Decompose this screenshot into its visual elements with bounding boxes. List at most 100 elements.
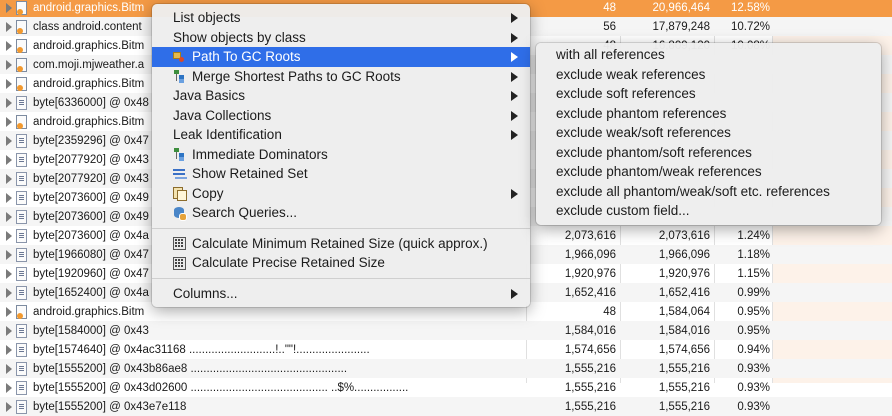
search-queries-icon [172,206,187,221]
menu-item-java-collections[interactable]: Java Collections [152,106,530,126]
expand-arrow-icon[interactable] [5,397,13,416]
expand-arrow-icon[interactable] [5,359,13,378]
menu-item-path-to-gc-roots[interactable]: Path To GC Roots [152,47,530,67]
class-name-cell: android.graphics.Bitm [33,305,145,318]
table-row[interactable]: byte[1555200] @ 0x43b86ae8 .............… [0,359,892,378]
expand-arrow-icon[interactable] [5,207,13,226]
menu-item-label: Leak Identification [173,127,282,143]
byte-array-icon [15,361,27,376]
expand-arrow-icon[interactable] [5,226,13,245]
byte-array-icon [15,171,27,186]
submenu-item[interactable]: exclude phantom/weak references [536,162,881,182]
menu-item-label: Calculate Precise Retained Size [192,255,385,271]
menu-item-copy[interactable]: Copy [152,184,530,204]
percentage-cell: 1.24% [737,229,770,242]
byte-array-icon [15,285,27,300]
submenu-arrow-icon [511,288,518,299]
expand-arrow-icon[interactable] [5,93,13,112]
menu-item-label: List objects [173,10,241,26]
expand-arrow-icon[interactable] [5,283,13,302]
menu-item-label: Java Collections [173,107,272,123]
byte-array-icon [15,95,27,110]
menu-item-merge-shortest-paths-to-gc-roots[interactable]: Merge Shortest Paths to GC Roots [152,67,530,87]
byte-array-icon [15,323,27,338]
expand-arrow-icon[interactable] [5,112,13,131]
menu-item-search-queries[interactable]: Search Queries... [152,203,530,223]
table-row[interactable]: byte[1555200] @ 0x43e7e118 1,555,216 1,555… [0,397,892,416]
submenu-item[interactable]: with all references [536,45,881,65]
class-name-cell: byte[1584000] @ 0x43 [33,324,149,337]
expand-arrow-icon[interactable] [5,169,13,188]
table-row[interactable]: byte[1574640] @ 0x4ac31168 .............… [0,340,892,359]
expand-arrow-icon[interactable] [5,264,13,283]
menu-item-show-retained-set[interactable]: Show Retained Set [152,164,530,184]
menu-item-list-objects[interactable]: List objects [152,8,530,28]
menu-item-label: Show objects by class [173,29,306,45]
percentage-cell: 1.18% [737,248,770,261]
menu-item-label: Immediate Dominators [192,146,328,162]
expand-arrow-icon[interactable] [5,150,13,169]
submenu-item[interactable]: exclude soft references [536,84,881,104]
menu-item-label: Path To GC Roots [192,49,301,65]
menu-item-show-objects-by-class[interactable]: Show objects by class [152,28,530,48]
percentage-cell: 0.94% [737,343,770,356]
expand-arrow-icon[interactable] [5,340,13,359]
submenu-arrow-icon [511,91,518,101]
gc-roots-icon [172,50,186,64]
percentage-cell: 12.58% [730,1,770,14]
submenu-item[interactable]: exclude weak references [536,65,881,85]
percentage-cell: 0.93% [737,400,770,413]
expand-arrow-icon[interactable] [5,245,13,264]
expand-arrow-icon[interactable] [5,55,13,74]
menu-separator [152,227,530,229]
class-name-cell: byte[1555200] @ 0x43d02600 .............… [33,381,409,394]
submenu-item[interactable]: exclude custom field... [536,201,881,221]
expand-arrow-icon[interactable] [5,302,13,321]
object-icon [15,76,27,91]
menu-item-leak-identification[interactable]: Leak Identification [152,125,530,145]
expand-arrow-icon[interactable] [5,0,13,17]
submenu-arrow-icon [511,71,518,82]
submenu-arrow-icon [511,52,518,62]
menu-item-label: Java Basics [173,88,246,104]
shallow-heap-cell: 1,555,216 [564,362,616,375]
shallow-heap-cell: 1,920,976 [564,267,616,280]
object-icon [15,304,27,319]
percentage-cell: 1.15% [737,267,770,280]
percentage-cell: 0.95% [737,324,770,337]
expand-arrow-icon[interactable] [5,188,13,207]
byte-array-icon [15,152,27,167]
expand-arrow-icon[interactable] [5,74,13,93]
shallow-heap-cell: 1,966,096 [564,248,616,261]
submenu-item[interactable]: exclude phantom references [536,104,881,124]
menu-item-immediate-dominators[interactable]: Immediate Dominators [152,145,530,165]
byte-array-icon [15,399,27,414]
copy-icon [172,186,187,202]
menu-item-columns[interactable]: Columns... [152,284,530,304]
table-row[interactable]: byte[1555200] @ 0x43d02600 .............… [0,378,892,397]
retained-heap-cell: 1,574,656 [658,343,710,356]
retained-heap-cell: 1,584,064 [658,305,710,318]
submenu-arrow-icon [511,13,518,23]
expand-arrow-icon[interactable] [5,321,13,340]
menu-item-java-basics[interactable]: Java Basics [152,86,530,106]
expand-arrow-icon[interactable] [5,131,13,150]
submenu-item[interactable]: exclude phantom/soft references [536,143,881,163]
submenu-item[interactable]: exclude all phantom/weak/soft etc. refer… [536,182,881,202]
submenu-arrow-icon [511,32,518,43]
menu-item-calculate-precise-retained-size[interactable]: Calculate Precise Retained Size [152,253,530,273]
expand-arrow-icon[interactable] [5,378,13,397]
class-name-cell: byte[1555200] @ 0x43b86ae8 .............… [33,362,348,375]
expand-arrow-icon[interactable] [5,36,13,55]
retained-heap-cell: 17,879,248 [652,20,710,33]
submenu-item[interactable]: exclude weak/soft references [536,123,881,143]
retained-heap-cell: 2,073,616 [658,229,710,242]
shallow-heap-cell: 48 [603,1,616,14]
shallow-heap-cell: 1,555,216 [564,400,616,413]
shallow-heap-cell: 2,073,616 [564,229,616,242]
table-row[interactable]: byte[1584000] @ 0x43 1,584,016 1,584,016 0.… [0,321,892,340]
menu-item-calculate-minimum-retained-size-quick-approx[interactable]: Calculate Minimum Retained Size (quick a… [152,234,530,254]
expand-arrow-icon[interactable] [5,17,13,36]
byte-array-icon [15,190,27,205]
retained-heap-cell: 20,966,464 [652,1,710,14]
